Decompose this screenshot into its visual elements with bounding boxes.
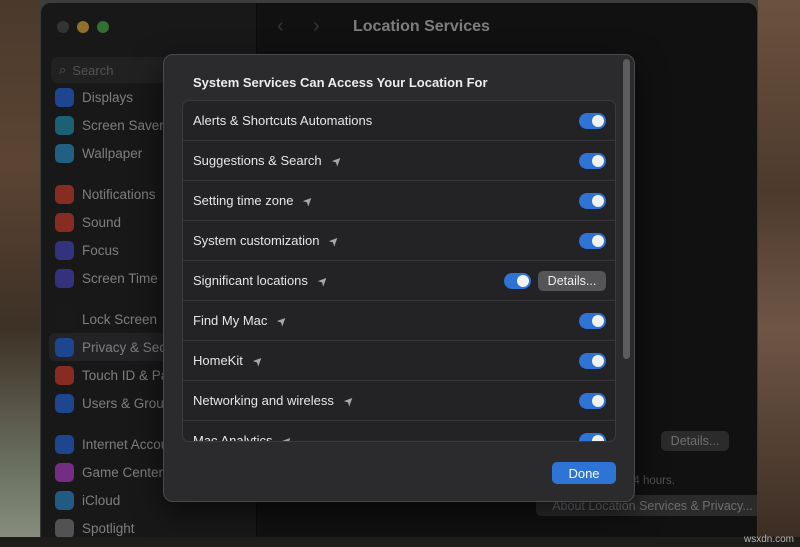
service-toggle[interactable]	[579, 153, 606, 169]
system-services-sheet: System Services Can Access Your Location…	[163, 54, 635, 502]
service-label: Setting time zone	[193, 193, 294, 208]
location-arrow-icon: ➤	[299, 191, 317, 210]
location-arrow-icon: ➤	[249, 351, 267, 370]
service-toggle[interactable]	[579, 193, 606, 209]
service-row: HomeKit ➤	[183, 341, 615, 381]
details-button[interactable]: Details...	[538, 271, 606, 291]
service-row: Significant locations ➤ Details...	[183, 261, 615, 301]
done-button[interactable]: Done	[552, 462, 616, 484]
service-label: HomeKit	[193, 353, 243, 368]
service-row: System customization ➤	[183, 221, 615, 261]
service-label: Suggestions & Search	[193, 153, 322, 168]
service-label: System customization	[193, 233, 320, 248]
service-toggle[interactable]	[579, 233, 606, 249]
location-arrow-icon: ➤	[328, 151, 346, 170]
sheet-scrollbar[interactable]	[623, 59, 630, 359]
service-row: Alerts & Shortcuts Automations	[183, 101, 615, 141]
service-label: Significant locations	[193, 273, 308, 288]
service-toggle[interactable]	[579, 433, 606, 441]
service-label: Alerts & Shortcuts Automations	[193, 113, 373, 128]
service-row: Setting time zone ➤	[183, 181, 615, 221]
sheet-scrollbar-thumb[interactable]	[623, 59, 630, 359]
desktop-wallpaper-right	[758, 0, 800, 547]
service-row: Suggestions & Search ➤	[183, 141, 615, 181]
sheet-title: System Services Can Access Your Location…	[193, 75, 488, 90]
location-arrow-icon: ➤	[340, 391, 358, 410]
service-label: Networking and wireless	[193, 393, 334, 408]
service-toggle[interactable]	[579, 113, 606, 129]
service-toggle[interactable]	[579, 393, 606, 409]
service-row: Networking and wireless ➤	[183, 381, 615, 421]
location-arrow-icon: ➤	[325, 231, 343, 250]
service-toggle[interactable]	[579, 313, 606, 329]
service-toggle[interactable]	[579, 353, 606, 369]
location-arrow-icon: ➤	[279, 431, 297, 442]
service-row: Find My Mac ➤	[183, 301, 615, 341]
service-label: Mac Analytics	[193, 433, 273, 442]
service-row: Mac Analytics ➤	[183, 421, 615, 442]
desktop-wallpaper-bottom	[0, 537, 800, 547]
services-list: Alerts & Shortcuts Automations Suggestion…	[182, 100, 616, 442]
location-arrow-icon: ➤	[273, 311, 291, 330]
service-label: Find My Mac	[193, 313, 268, 328]
watermark: wsxdn.com	[743, 534, 794, 545]
desktop-wallpaper-left	[0, 0, 40, 547]
service-toggle[interactable]	[504, 273, 531, 289]
location-arrow-icon: ➤	[314, 271, 332, 290]
